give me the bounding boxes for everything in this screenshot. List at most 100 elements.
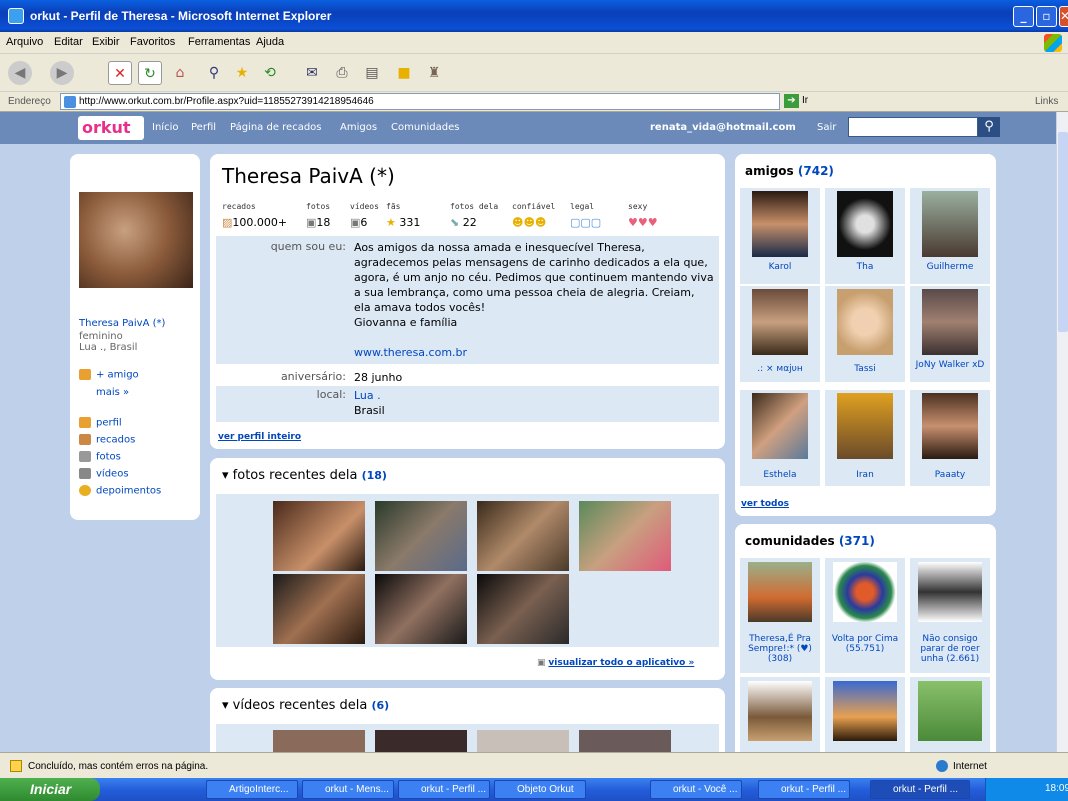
messenger-icon[interactable]: ♜ <box>422 61 446 85</box>
menu-ferramentas[interactable]: Ferramentas <box>188 36 250 48</box>
taskbar: Iniciar ArtigoInterc... orkut - Mens... … <box>0 778 1068 801</box>
photo-thumbnail[interactable] <box>477 574 569 644</box>
cool-rating-icon[interactable]: ▢▢▢ <box>570 216 601 229</box>
links-toolbar[interactable]: Links <box>1035 96 1058 107</box>
friend-card[interactable]: Karol <box>740 188 820 284</box>
view-app-link[interactable]: ▣ visualizar todo o aplicativo » <box>537 658 694 668</box>
communities-title[interactable]: comunidades (371) <box>745 534 875 548</box>
nav-recados[interactable]: Página de recados <box>230 122 322 133</box>
menu-editar[interactable]: Editar <box>54 36 83 48</box>
scrollbar-thumb[interactable] <box>1058 132 1068 332</box>
community-card[interactable] <box>910 677 990 752</box>
task-button[interactable]: Objeto Orkut <box>494 780 586 799</box>
sidebar-item-recados[interactable]: recados <box>79 434 135 446</box>
search-button[interactable]: ⚲ <box>978 117 1000 137</box>
profile-photo[interactable] <box>79 192 193 288</box>
community-card[interactable]: Theresa,É Pra Sempre!:* (♥) (308) <box>740 558 820 673</box>
friend-card[interactable]: .: × мαjυн <box>740 286 820 382</box>
photo-thumbnail[interactable] <box>273 574 365 644</box>
stop-icon[interactable]: ✕ <box>108 61 132 85</box>
friend-card[interactable]: Tassi <box>825 286 905 382</box>
history-icon[interactable]: ⟲ <box>258 61 282 85</box>
restore-button[interactable]: ▫ <box>1036 6 1057 27</box>
nav-comunidades[interactable]: Comunidades <box>391 122 459 133</box>
sidebar-item-perfil[interactable]: perfil <box>79 417 122 429</box>
photo-thumbnail[interactable] <box>477 501 569 571</box>
close-button[interactable]: ✕ <box>1059 6 1068 27</box>
add-friend-label: + amigo <box>96 369 139 381</box>
favorites-icon[interactable]: ★ <box>230 61 254 85</box>
stat-videos[interactable]: ▣6 <box>350 216 367 229</box>
sexy-rating-icon[interactable]: ♥♥♥ <box>628 216 658 229</box>
task-button[interactable]: orkut - Você ... <box>650 780 742 799</box>
community-card[interactable] <box>825 677 905 752</box>
print-icon[interactable]: ⎙ <box>330 61 354 85</box>
menu-exibir[interactable]: Exibir <box>92 36 120 48</box>
task-button[interactable]: orkut - Mens... <box>302 780 394 799</box>
friend-card[interactable]: Tha <box>825 188 905 284</box>
minimize-button[interactable]: _ <box>1013 6 1034 27</box>
mail-icon[interactable]: ✉ <box>300 61 324 85</box>
trusty-rating-icon[interactable]: ☻☻☻ <box>512 216 546 229</box>
go-button[interactable]: ➔ Ir <box>784 94 808 108</box>
photo-thumbnail[interactable] <box>579 501 671 571</box>
sidebar-item-depoimentos[interactable]: depoimentos <box>79 485 161 497</box>
warning-icon[interactable] <box>10 760 22 772</box>
videos-section-title[interactable]: ▾ vídeos recentes dela (6) <box>222 698 389 713</box>
forward-icon[interactable]: ▶ <box>50 61 74 85</box>
friend-card[interactable]: JoNy Walker xD <box>910 286 990 382</box>
home-icon[interactable]: ⌂ <box>168 61 192 85</box>
task-button[interactable]: orkut - Perfil ... <box>398 780 490 799</box>
task-button-active[interactable]: orkut - Perfil ... <box>870 780 970 799</box>
website-link[interactable]: www.theresa.com.br <box>354 345 714 360</box>
photo-thumbnail[interactable] <box>273 501 365 571</box>
vertical-scrollbar[interactable] <box>1056 112 1068 752</box>
sidebar-item-videos[interactable]: vídeos <box>79 468 129 480</box>
stat-fotos-dela[interactable]: ⬊ 22 <box>450 216 477 229</box>
search-icon[interactable]: ⚲ <box>202 61 226 85</box>
back-icon[interactable]: ◀ <box>8 61 32 85</box>
full-profile-link[interactable]: ver perfil inteiro <box>218 432 301 442</box>
menu-arquivo[interactable]: Arquivo <box>6 36 43 48</box>
menu-ajuda[interactable]: Ajuda <box>256 36 284 48</box>
friend-card[interactable]: Esthela <box>740 390 820 486</box>
sidebar-name[interactable]: Theresa PaivA (*) <box>79 318 165 329</box>
community-card[interactable]: Não consigo parar de roer unha (2.661) <box>910 558 990 673</box>
orkut-logo[interactable]: orkut <box>78 116 144 140</box>
friend-name: JoNy Walker xD <box>915 360 985 370</box>
sidebar-item-fotos[interactable]: fotos <box>79 451 121 463</box>
nav-perfil[interactable]: Perfil <box>191 122 216 133</box>
friend-card[interactable]: Guilherme <box>910 188 990 284</box>
photos-section-title[interactable]: ▾ fotos recentes dela (18) <box>222 468 387 483</box>
search-input[interactable] <box>848 117 978 137</box>
task-button[interactable]: ArtigoInterc... <box>206 780 298 799</box>
community-card[interactable]: Volta por Cima (55.751) <box>825 558 905 673</box>
stat-fas[interactable]: ★ 331 <box>386 216 420 229</box>
friend-card[interactable]: Paaaty <box>910 390 990 486</box>
add-friend-link[interactable]: + amigo <box>79 369 139 381</box>
nav-amigos[interactable]: Amigos <box>340 122 377 133</box>
task-button[interactable]: orkut - Perfil ... <box>758 780 850 799</box>
edit-icon[interactable]: ▤ <box>360 61 384 85</box>
more-link[interactable]: mais » <box>96 387 129 398</box>
friend-card[interactable]: Iran <box>825 390 905 486</box>
video-thumbnail[interactable] <box>273 730 365 752</box>
nav-inicio[interactable]: Início <box>152 122 178 133</box>
discuss-icon[interactable]: ■ <box>392 61 416 85</box>
start-button[interactable]: Iniciar <box>0 778 100 801</box>
menu-favoritos[interactable]: Favoritos <box>130 36 175 48</box>
community-card[interactable] <box>740 677 820 752</box>
video-thumbnail[interactable] <box>579 730 671 752</box>
refresh-icon[interactable]: ↻ <box>138 61 162 85</box>
photo-thumbnail[interactable] <box>375 501 467 571</box>
friends-title[interactable]: amigos (742) <box>745 164 834 178</box>
video-thumbnail[interactable] <box>375 730 467 752</box>
see-all-friends-link[interactable]: ver todos <box>741 499 789 509</box>
video-thumbnail[interactable] <box>477 730 569 752</box>
local-city[interactable]: Lua . <box>354 388 714 403</box>
photo-thumbnail[interactable] <box>375 574 467 644</box>
stat-recados[interactable]: ▨100.000+ <box>222 216 287 229</box>
stat-fotos[interactable]: ▣18 <box>306 216 330 229</box>
address-input[interactable]: http://www.orkut.com.br/Profile.aspx?uid… <box>60 93 780 110</box>
logout-link[interactable]: Sair <box>817 122 836 133</box>
